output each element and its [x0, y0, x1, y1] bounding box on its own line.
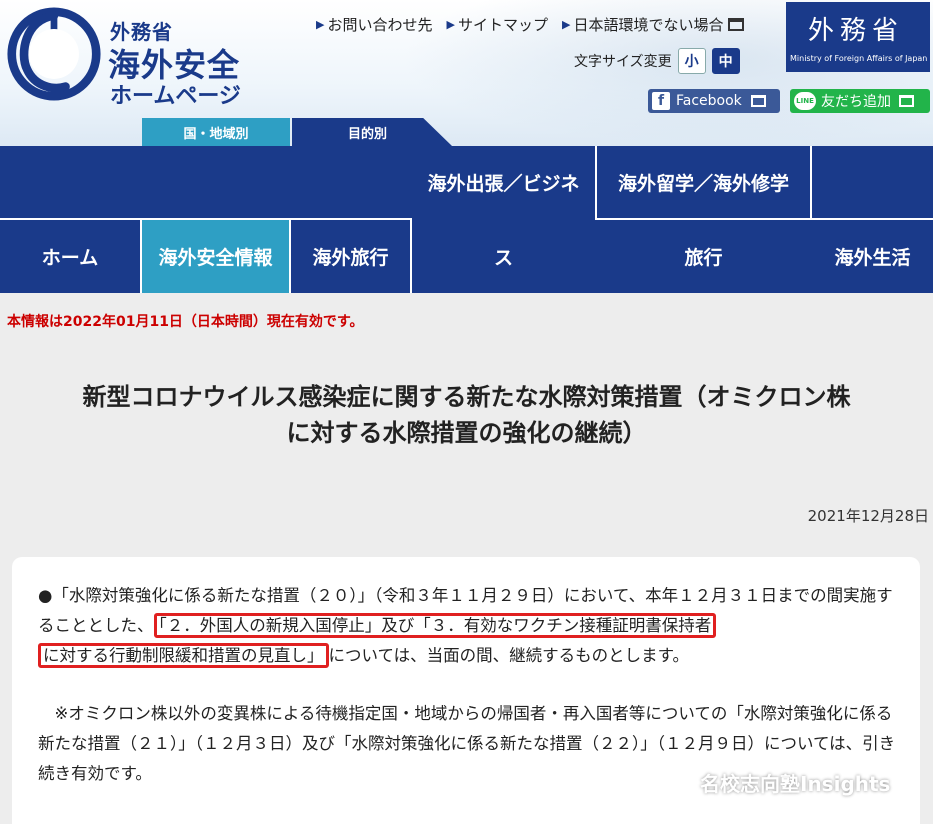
nav-home[interactable]: ホーム	[0, 220, 140, 293]
line-label: 友だち追加	[821, 94, 891, 110]
nav-business-cont[interactable]: ス	[412, 220, 595, 293]
facebook-icon: f	[652, 92, 670, 110]
nav-business[interactable]: 海外出張／ビジネ	[412, 146, 595, 218]
sitemap-link[interactable]: ▶ サイトマップ	[446, 14, 547, 35]
line-icon: LINE	[794, 92, 816, 110]
new-window-icon	[750, 95, 766, 107]
arrow-right-icon: ▶	[446, 18, 455, 31]
watermark: 名校志向塾Insights	[650, 767, 890, 797]
line-add-friend-button[interactable]: LINE 友だち追加	[790, 89, 930, 113]
nav-ryokou[interactable]: 旅行	[597, 220, 810, 293]
page-title-line2: に対する水際措置の強化の継続）	[286, 419, 647, 447]
facebook-button[interactable]: f Facebook	[648, 89, 780, 113]
watermark-text: 名校志向塾Insights	[700, 771, 891, 796]
header-top-links: ▶ お問い合わせ先 ▶ サイトマップ ▶ 日本語環境でない場合	[316, 14, 745, 35]
highlighted-text: に対する行動制限緩和措置の見直し」	[38, 643, 329, 668]
paragraph-main: ●「水際対策強化に係る新たな措置（２０）」（令和３年１１月２９日）において、本年…	[38, 581, 900, 671]
page-title: 新型コロナウイルス感染症に関する新たな水際対策措置（オミクロン株 に対する水際措…	[0, 379, 933, 451]
facebook-label: Facebook	[676, 93, 742, 109]
arrow-right-icon: ▶	[316, 18, 325, 31]
tab-country-region[interactable]: 国・地域別	[142, 118, 290, 146]
font-size-control: 文字サイズ変更 小 中	[574, 48, 740, 74]
arrow-right-icon: ▶	[561, 18, 571, 31]
new-window-icon	[728, 18, 745, 31]
mofa-emblem-icon	[7, 7, 101, 101]
highlighted-text: 「２．外国人の新規入国停止」及び「３．有効なワクチン接種証明書保持者	[153, 613, 717, 638]
tab-purpose[interactable]: 目的別	[292, 118, 452, 146]
publish-date: 2021年12月28日	[807, 507, 929, 525]
main-navigation: 海外出張／ビジネ 海外留学／海外修学 ホーム 海外安全情報 海外旅行 ス 旅行 …	[0, 146, 933, 293]
mofa-banner[interactable]: 外務省 Ministry of Foreign Affairs of Japan	[786, 2, 930, 72]
nav-overseas-life[interactable]: 海外生活	[812, 220, 933, 293]
font-size-small-button[interactable]: 小	[677, 48, 706, 74]
main-content: 本情報は2022年01月11日（日本時間）現在有効です。 新型コロナウイルス感染…	[0, 293, 933, 824]
font-size-label: 文字サイズ変更	[574, 54, 672, 70]
mofa-banner-en: Ministry of Foreign Affairs of Japan	[790, 54, 928, 63]
logo-subtitle: ホームページ	[110, 84, 241, 109]
validity-notice: 本情報は2022年01月11日（日本時間）現在有効です。	[7, 314, 364, 330]
page-title-line1: 新型コロナウイルス感染症に関する新たな水際対策措置（オミクロン株	[82, 383, 851, 411]
nav-travel[interactable]: 海外旅行	[291, 220, 410, 293]
wechat-icon	[651, 768, 692, 795]
nav-study-abroad[interactable]: 海外留学／海外修学	[597, 146, 810, 218]
contact-link[interactable]: ▶ お問い合わせ先	[316, 14, 432, 35]
font-size-medium-button[interactable]: 中	[711, 48, 740, 74]
paragraph-main-tail: については、当面の間、継続するものとします。	[328, 646, 690, 665]
non-japanese-env-link[interactable]: ▶ 日本語環境でない場合	[561, 14, 745, 35]
new-window-icon	[899, 95, 914, 107]
mofa-banner-jp: 外務省	[808, 16, 905, 46]
nav-divider	[810, 146, 812, 218]
nav-safety-info[interactable]: 海外安全情報	[142, 220, 289, 293]
site-header: 外務省 海外安全 ホームページ ▶ お問い合わせ先 ▶ サイトマップ ▶ 日本語環境で…	[0, 0, 933, 146]
